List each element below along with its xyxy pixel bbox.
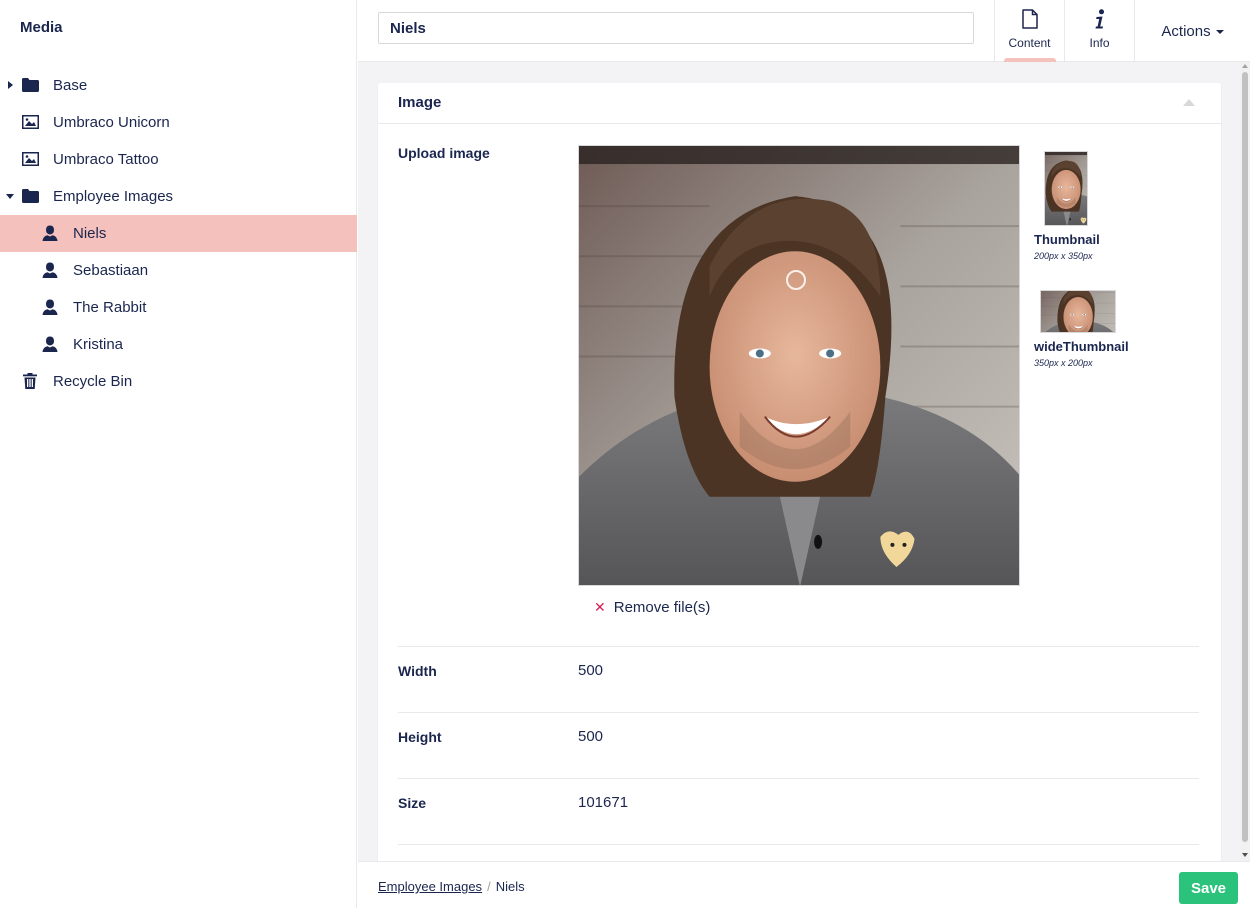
panel-header[interactable]: Image <box>378 83 1221 124</box>
tab-content[interactable]: Content <box>994 0 1064 62</box>
trash-icon <box>21 373 39 389</box>
tree-item-label: Base <box>53 77 88 94</box>
crop-dimensions: 350px x 200px <box>1034 358 1093 368</box>
caret-right-icon[interactable] <box>8 81 13 89</box>
tree-item-label: Niels <box>73 225 107 242</box>
tree-item-the-rabbit[interactable]: The Rabbit <box>0 289 357 326</box>
tree-item-kristina[interactable]: Kristina <box>0 326 357 363</box>
divider <box>398 778 1199 779</box>
editor-header: Content Info Actions <box>358 0 1250 62</box>
collapse-icon[interactable] <box>1183 99 1195 106</box>
media-tree: Base Umbraco Unicorn Umbraco Tattoo Empl… <box>0 67 357 400</box>
save-button[interactable]: Save <box>1179 872 1238 904</box>
size-label: Size <box>398 795 427 811</box>
panel-title: Image <box>398 94 442 111</box>
crop-name: wideThumbnail <box>1034 339 1129 354</box>
uploaded-image[interactable] <box>578 145 1020 586</box>
info-icon <box>1065 9 1134 31</box>
height-label: Height <box>398 729 442 745</box>
tab-info[interactable]: Info <box>1064 0 1134 62</box>
tree-item-base[interactable]: Base <box>0 67 357 104</box>
media-tree-sidebar: Media Base Umbraco Unicorn Umbraco Tatto… <box>0 0 357 908</box>
breadcrumb-current: Niels <box>495 879 525 894</box>
actions-dropdown-button[interactable]: Actions <box>1134 0 1250 62</box>
tree-item-niels[interactable]: Niels <box>0 215 357 252</box>
user-icon <box>41 262 59 278</box>
crop-thumbnail[interactable]: Thumbnail 200px x 350px <box>1034 151 1100 261</box>
tree-item-umbraco-tattoo[interactable]: Umbraco Tattoo <box>0 141 357 178</box>
remove-files-button[interactable]: ✕ Remove file(s) <box>594 599 710 616</box>
breadcrumb: Employee Images / Niels <box>378 879 525 894</box>
crop-wide-thumbnail[interactable]: wideThumbnail 350px x 200px <box>1034 290 1129 368</box>
height-value: 500 <box>578 728 604 745</box>
divider <box>398 844 1199 845</box>
tree-item-recycle-bin[interactable]: Recycle Bin <box>0 363 357 400</box>
close-icon: ✕ <box>594 599 606 615</box>
width-value: 500 <box>578 662 604 679</box>
image-icon <box>21 151 39 167</box>
breadcrumb-link-employee-images[interactable]: Employee Images <box>378 879 482 894</box>
scroll-down-arrow-icon[interactable] <box>1242 853 1248 857</box>
crop-wide-thumbnail-preview[interactable] <box>1040 290 1116 333</box>
actions-label: Actions <box>1161 22 1211 40</box>
user-icon <box>41 336 59 352</box>
tree-item-label: Sebastiaan <box>73 262 149 279</box>
tree-item-label: Recycle Bin <box>53 373 133 390</box>
crop-dimensions: 200px x 350px <box>1034 251 1093 261</box>
size-value: 101671 <box>578 794 629 811</box>
folder-icon <box>21 77 39 93</box>
caret-down-icon[interactable] <box>6 194 14 199</box>
document-icon <box>995 9 1064 31</box>
crop-name: Thumbnail <box>1034 232 1100 247</box>
tree-item-label: Umbraco Tattoo <box>53 151 159 168</box>
image-group-panel: Image Upload image ✕ Remove file(s) Thum… <box>378 83 1221 861</box>
caret-down-icon <box>1215 30 1224 34</box>
upload-image-label: Upload image <box>398 145 490 161</box>
scrollbar-thumb[interactable] <box>1242 72 1248 842</box>
remove-files-label: Remove file(s) <box>613 599 711 616</box>
tree-item-label: Employee Images <box>53 188 174 205</box>
divider <box>398 712 1199 713</box>
tree-item-label: Kristina <box>73 336 124 353</box>
scroll-up-arrow-icon[interactable] <box>1242 64 1248 68</box>
image-icon <box>21 114 39 130</box>
tab-label: Info <box>1089 36 1110 50</box>
breadcrumb-separator: / <box>487 879 491 894</box>
main-scrollbar[interactable] <box>1240 62 1250 861</box>
tree-item-umbraco-unicorn[interactable]: Umbraco Unicorn <box>0 104 357 141</box>
user-icon <box>41 299 59 315</box>
tree-item-label: Umbraco Unicorn <box>53 114 170 131</box>
folder-icon <box>21 188 39 204</box>
media-name-input[interactable] <box>378 12 974 44</box>
focal-point-handle[interactable] <box>786 270 806 290</box>
tab-label: Content <box>1008 36 1051 50</box>
user-icon <box>41 225 59 241</box>
crop-thumbnail-preview[interactable] <box>1044 151 1088 226</box>
sidebar-title: Media <box>20 19 63 36</box>
tree-item-sebastiaan[interactable]: Sebastiaan <box>0 252 357 289</box>
divider <box>398 646 1199 647</box>
editor-main: Image Upload image ✕ Remove file(s) Thum… <box>358 62 1240 861</box>
editor-footer: Employee Images / Niels Save <box>358 861 1250 908</box>
width-label: Width <box>398 663 437 679</box>
tree-item-label: The Rabbit <box>73 299 147 316</box>
tree-item-employee-images[interactable]: Employee Images <box>0 178 357 215</box>
